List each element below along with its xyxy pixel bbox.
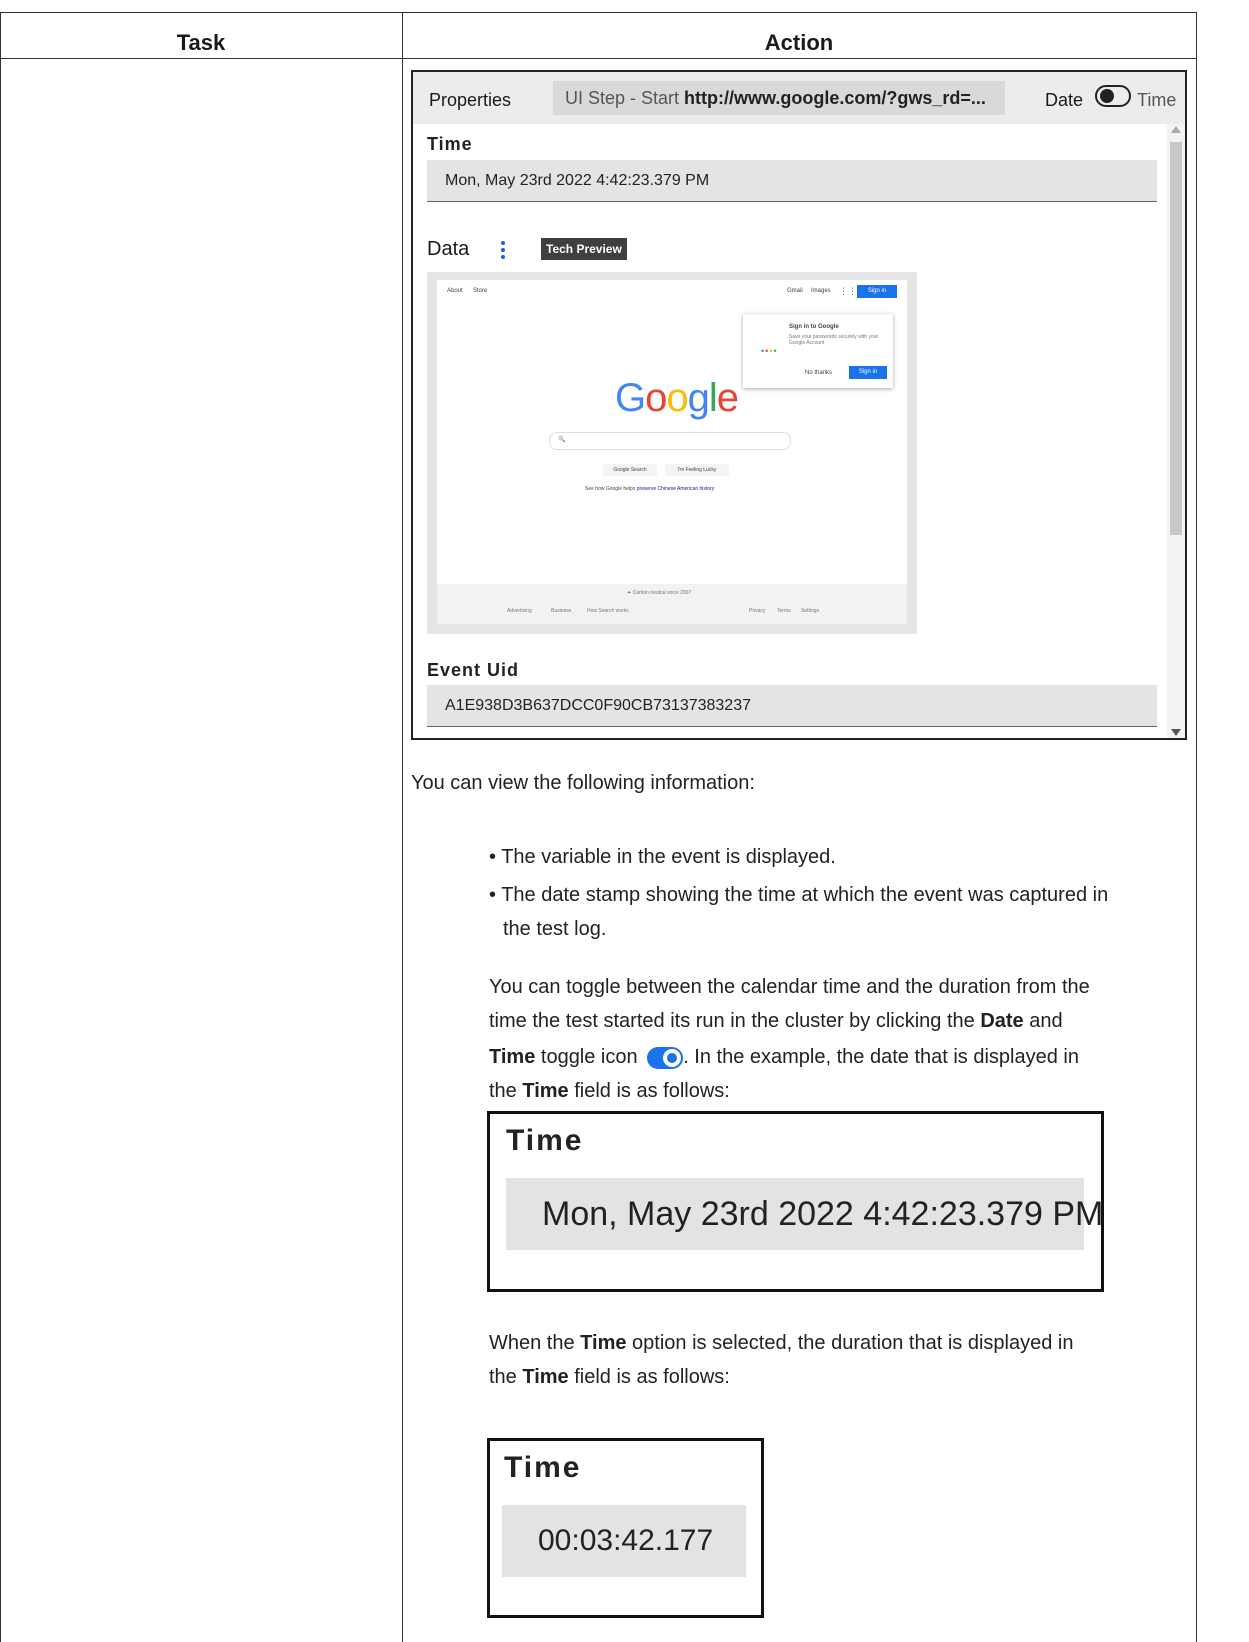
google-search-button: Google Search	[603, 464, 657, 476]
time-field-label: Time	[427, 134, 473, 154]
popup-text: Save your passwords securely with your G…	[789, 334, 879, 346]
footer-privacy: Privacy	[749, 608, 766, 614]
bullet-date-stamp: • The date stamp showing the time at whi…	[489, 884, 1109, 906]
event-uid-field: A1E938D3B637DCC0F90CB73137383237	[427, 685, 1157, 727]
properties-label: Properties	[429, 90, 512, 110]
footer-how-search: How Search works	[587, 608, 629, 614]
scroll-down-icon[interactable]	[1171, 729, 1181, 736]
google-search-box: 🔍	[549, 432, 791, 450]
duration-example-image: Time 00:03:42.177	[487, 1438, 764, 1618]
google-logo: Google	[615, 376, 739, 420]
tech-preview-badge: Tech Preview	[541, 238, 627, 260]
table-border-right	[1196, 12, 1197, 1642]
kebab-menu-icon[interactable]	[500, 240, 506, 260]
toggle-icon	[647, 1046, 684, 1069]
step-prefix: UI Step - Start	[565, 88, 685, 108]
leaf-icon: ❧	[627, 590, 632, 596]
google-search-icon: 🔍	[558, 437, 566, 443]
column-header-action: Action	[764, 30, 834, 55]
popup-sign-in: Sign in	[849, 366, 887, 379]
footer-business: Business	[551, 608, 572, 614]
google-images: Images	[811, 288, 831, 294]
carbon-text: ❧ Carbon neutral since 2007	[627, 590, 692, 596]
panel-scrollbar[interactable]	[1167, 124, 1185, 738]
date-example-image: Time Mon, May 23rd 2022 4:42:23.379 PM	[487, 1111, 1104, 1292]
data-label: Data	[427, 238, 470, 260]
sign-in-popup: •••• Sign in to Google Save your passwor…	[743, 314, 893, 388]
event-uid-label: Event Uid	[427, 660, 520, 680]
duration-example-label: Time	[504, 1451, 582, 1484]
intro-text: You can view the following information:	[411, 772, 755, 794]
step-title: UI Step - Start http://www.google.com/?g…	[553, 81, 1005, 115]
date-time-toggle[interactable]	[1095, 85, 1131, 107]
properties-header: Properties UI Step - Start http://www.go…	[413, 72, 1185, 124]
google-about: About	[447, 288, 463, 294]
table-border-left	[0, 12, 1, 1642]
google-store: Store	[473, 288, 488, 294]
duration-example-value: 00:03:42.177	[502, 1505, 746, 1577]
duration-para-line2: the Time field is as follows:	[489, 1366, 730, 1388]
toggle-para-line2: time the test started its run in the clu…	[489, 1010, 1063, 1032]
google-page: About Store Gmail Images ⋮⋮⋮ Sign in •••…	[437, 280, 907, 584]
google-sign-in-button: Sign in	[857, 285, 897, 298]
toggle-para-line1: You can toggle between the calendar time…	[489, 976, 1090, 998]
duration-para-line1: When the Time option is selected, the du…	[489, 1332, 1074, 1354]
google-gmail: Gmail	[787, 288, 803, 294]
toggle-date-label: Date	[1045, 90, 1084, 110]
footer-advertising: Advertising	[507, 608, 532, 614]
scroll-up-icon[interactable]	[1171, 126, 1181, 133]
table-border-top	[0, 12, 1197, 13]
table-column-divider	[402, 12, 403, 1642]
popup-title: Sign in to Google	[789, 324, 839, 330]
google-footer: ❧ Carbon neutral since 2007 Advertising …	[437, 584, 907, 624]
time-field: Mon, May 23rd 2022 4:42:23.379 PM	[427, 160, 1157, 202]
google-screenshot: About Store Gmail Images ⋮⋮⋮ Sign in •••…	[427, 272, 917, 634]
table-header-divider	[0, 58, 1197, 59]
toggle-time-label: Time	[1137, 90, 1177, 110]
popup-no-thanks: No thanks	[805, 370, 833, 376]
bullet-variable: • The variable in the event is displayed…	[489, 846, 836, 868]
footer-terms: Terms	[777, 608, 791, 614]
feeling-lucky-button: I'm Feeling Lucky	[665, 464, 729, 476]
google-dots-icon: ••••	[761, 346, 778, 356]
bullet-date-stamp-cont: the test log.	[503, 918, 607, 940]
google-promo: See how Google helps preserve Chinese Am…	[585, 486, 715, 492]
date-example-label: Time	[506, 1124, 584, 1157]
footer-settings: Settings	[801, 608, 820, 614]
column-header-task: Task	[176, 30, 226, 55]
properties-panel: Properties UI Step - Start http://www.go…	[411, 70, 1187, 740]
toggle-para-line4: the Time field is as follows:	[489, 1080, 730, 1102]
date-example-value: Mon, May 23rd 2022 4:42:23.379 PM	[506, 1178, 1103, 1250]
step-url: http://www.google.com/?gws_rd=...	[684, 88, 986, 108]
toggle-para-line3: Time toggle icon . In the example, the d…	[489, 1046, 1079, 1069]
scroll-thumb[interactable]	[1170, 142, 1182, 535]
toggle-knob	[1100, 89, 1114, 103]
